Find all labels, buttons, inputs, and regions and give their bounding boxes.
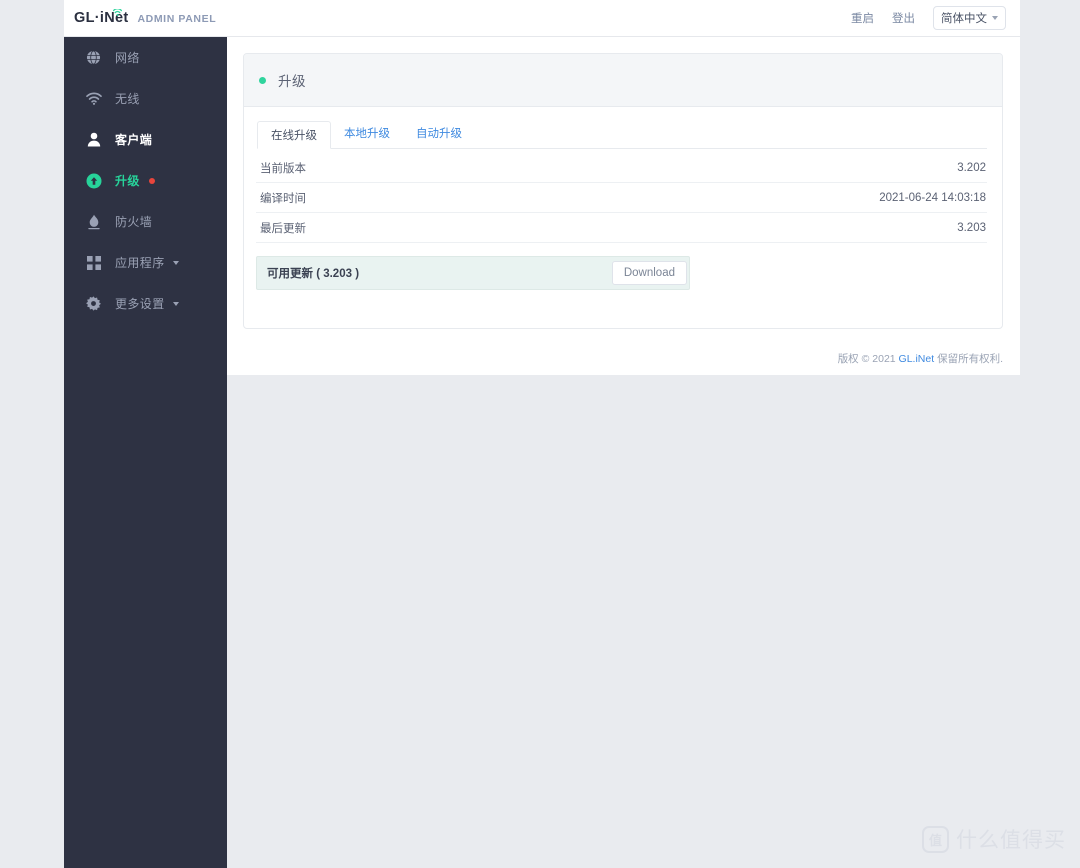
reboot-link[interactable]: 重启 [851,10,874,26]
sidebar-item-2[interactable]: 客户端 [64,119,227,160]
upgrade-card: 升级 在线升级 本地升级 自动升级 当前版本 3.202 编译时间 2021-06-24 … [243,53,1003,329]
info-row-label: 最后更新 [260,222,306,235]
info-row-value: 3.202 [957,161,986,174]
tab-1[interactable]: 本地升级 [331,120,403,148]
info-row: 当前版本 3.202 [256,153,987,183]
footer-suffix: 保留所有权利. [934,353,1003,365]
content-area: 升级 在线升级 本地升级 自动升级 当前版本 3.202 编译时间 2021-06-24 … [227,37,1020,375]
watermark-badge-icon: 值 [922,825,949,853]
sidebar-item-label: 应用程序 [115,256,165,270]
footer-brand-link[interactable]: GL.iNet [899,353,935,365]
download-button[interactable]: Download [611,261,687,285]
version-info-list: 当前版本 3.202 编译时间 2021-06-24 14:03:18 最后更新 3.20… [256,153,987,243]
info-row-value: 3.203 [957,221,986,234]
tab-0[interactable]: 在线升级 [257,121,331,149]
flame-icon [85,213,102,230]
watermark-text: 什么值得买 [956,829,1066,852]
sidebar-item-6[interactable]: 更多设置 [64,283,227,324]
sidebar-item-5[interactable]: 应用程序 [64,242,227,283]
language-select-value: 简体中文 [941,13,987,25]
tab-2[interactable]: 自动升级 [403,120,475,148]
sidebar-item-label: 更多设置 [115,297,165,311]
card-body: 在线升级 本地升级 自动升级 当前版本 3.202 编译时间 2021-06-24 14:… [244,107,1002,290]
brand: GL·iNet ADMIN PANEL [74,8,217,26]
top-bar: GL·iNet ADMIN PANEL 重启 登出 简体中文 [64,0,1020,37]
sidebar: 网络无线客户端升级防火墙应用程序更多设置 [64,37,227,868]
page-title: 升级 [278,74,306,89]
sidebar-item-4[interactable]: 防火墙 [64,201,227,242]
top-bar-actions: 重启 登出 简体中文 [851,6,1006,30]
chevron-down-icon [172,301,179,306]
info-row: 最后更新 3.203 [256,213,987,243]
footer: 版权 © 2021 GL.iNet 保留所有权利. [838,351,1003,366]
tab-bar: 在线升级 本地升级 自动升级 [257,119,987,149]
status-dot-icon [259,76,266,84]
info-row-value: 2021-06-24 14:03:18 [879,191,986,204]
chevron-down-icon [992,16,998,20]
info-row-label: 当前版本 [260,162,306,175]
update-available-text: 可用更新 ( 3.203 ) [267,268,360,280]
language-select[interactable]: 简体中文 [933,6,1006,30]
sidebar-item-1[interactable]: 无线 [64,78,227,119]
grid-icon [85,254,102,271]
footer-prefix: 版权 © 2021 [837,353,899,365]
wifi-signal-icon [112,4,123,16]
sidebar-item-3[interactable]: 升级 [64,160,227,201]
sidebar-item-label: 网络 [115,51,140,65]
info-row: 编译时间 2021-06-24 14:03:18 [256,183,987,213]
brand-subtitle: ADMIN PANEL [137,13,217,25]
update-available-banner: 可用更新 ( 3.203 ) Download [256,256,690,290]
sidebar-item-label: 客户端 [115,133,153,147]
admin-panel-app: GL·iNet ADMIN PANEL 重启 登出 简体中文 网络 无线 客户端 升级… [64,0,1020,868]
upload-circle-icon [85,172,102,189]
watermark: 值 什么值得买 [922,824,1066,854]
globe-icon [85,49,102,66]
person-icon [85,131,102,148]
sidebar-item-label: 升级 [115,174,140,188]
logout-link[interactable]: 登出 [892,10,915,26]
notification-dot-icon [148,177,155,184]
sidebar-item-label: 无线 [115,92,140,106]
gear-icon [85,295,102,312]
card-header: 升级 [244,54,1002,107]
info-row-label: 编译时间 [260,192,306,205]
sidebar-item-label: 防火墙 [115,215,153,229]
brand-logo: GL·iNet [74,8,128,26]
sidebar-item-0[interactable]: 网络 [64,37,227,78]
chevron-down-icon [172,260,179,265]
wifi-icon [85,90,102,107]
